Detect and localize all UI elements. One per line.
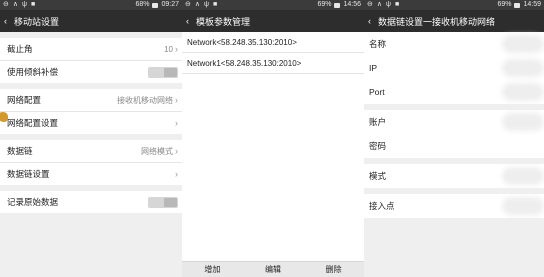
add-button[interactable]: 增加 [204, 264, 220, 275]
account-field[interactable]: 账户 [364, 110, 544, 134]
blurred-value [506, 39, 540, 49]
toggle-knob [164, 67, 177, 77]
template-list-item[interactable]: Network<58.248.35.130:2010> [182, 32, 364, 53]
datalink-row[interactable]: 数据链 网络模式 › [0, 140, 182, 162]
status-icon: ■ [213, 1, 218, 8]
status-bar: ⊖ ∧ ψ ■ 68% 09:27 [0, 0, 182, 10]
page-title: 移动站设置 [14, 16, 60, 27]
status-bar: ⊖ ∧ ψ ■ 69% 14:59 [364, 0, 544, 10]
row-value: 网络模式 [141, 146, 173, 156]
back-arrow-icon[interactable]: ‹ [186, 16, 196, 26]
status-right: 69% 14:56 [317, 0, 361, 10]
blurred-value [506, 87, 540, 97]
field-label: 接入点 [369, 201, 395, 211]
chevron-right-icon: › [175, 95, 178, 105]
app-bar: ‹ 模板参数管理 [182, 10, 364, 32]
cutoff-angle-row[interactable]: 截止角 10 › [0, 38, 182, 60]
field-label: Port [369, 87, 385, 97]
mode-field[interactable]: 模式 [364, 164, 544, 188]
tilt-compensation-toggle[interactable] [148, 66, 178, 78]
row-value: 接收机移动网络 [117, 95, 173, 105]
clock: 14:56 [343, 1, 361, 8]
status-right: 69% 14:59 [497, 0, 541, 10]
chevron-right-icon: › [175, 118, 178, 128]
status-icon: ⊖ [185, 1, 191, 8]
template-name: Network<58.248.35.130:2010> [187, 37, 297, 47]
status-icon: ⊖ [3, 1, 9, 8]
port-field[interactable]: Port [364, 80, 544, 104]
clock: 14:59 [523, 1, 541, 8]
page-title: 数据链设置一接收机移动网络 [378, 16, 496, 27]
battery-icon [334, 2, 341, 8]
screens: ⊖ ∧ ψ ■ 68% 09:27 ‹ 移动站设置 截止角 10 › 使用倾斜补偿 [0, 0, 544, 277]
battery-percent: 69% [317, 1, 332, 8]
password-field[interactable]: 密码 [364, 134, 544, 158]
field-label: 名称 [369, 39, 387, 49]
status-icon: ⊖ [367, 1, 373, 8]
row-label: 网络配置设置 [7, 118, 59, 128]
row-label: 使用倾斜补偿 [7, 67, 59, 77]
blurred-value [506, 63, 540, 73]
back-arrow-icon[interactable]: ‹ [368, 16, 378, 26]
battery-percent: 68% [135, 1, 150, 8]
mobile-station-settings-screen: ⊖ ∧ ψ ■ 68% 09:27 ‹ 移动站设置 截止角 10 › 使用倾斜补偿 [0, 0, 182, 277]
status-icons-left: ⊖ ∧ ψ ■ [3, 0, 35, 10]
battery-icon [514, 2, 521, 8]
battery-percent: 69% [497, 1, 512, 8]
blurred-value [506, 171, 540, 181]
delete-button[interactable]: 删除 [326, 264, 342, 275]
status-icons-left: ⊖ ∧ ψ ■ [185, 0, 217, 10]
bottom-action-bar: 增加 编辑 删除 [182, 261, 364, 277]
back-arrow-icon[interactable]: ‹ [4, 16, 14, 26]
row-value: 10 [164, 44, 173, 54]
app-bar: ‹ 移动站设置 [0, 10, 182, 32]
network-config-row[interactable]: 网络配置 接收机移动网络 › [0, 89, 182, 111]
field-label: 模式 [369, 171, 387, 181]
field-label: IP [369, 63, 378, 73]
record-raw-data-row: 记录原始数据 [0, 191, 182, 213]
battery-icon [152, 2, 159, 8]
status-bar: ⊖ ∧ ψ ■ 69% 14:56 [182, 0, 364, 10]
page-title: 模板参数管理 [196, 16, 251, 27]
status-icon: ∧ [376, 1, 382, 8]
clock: 09:27 [161, 1, 179, 8]
status-icon: ψ [22, 1, 27, 8]
blurred-value [506, 201, 540, 211]
datalink-settings-screen: ⊖ ∧ ψ ■ 69% 14:59 ‹ 数据链设置一接收机移动网络 名称 IP … [364, 0, 544, 277]
status-icon: ψ [204, 1, 209, 8]
toggle-knob [164, 197, 177, 207]
datalink-settings-row[interactable]: 数据链设置 › [0, 163, 182, 185]
row-label: 截止角 [7, 44, 33, 54]
record-raw-data-toggle[interactable] [148, 196, 178, 208]
row-label: 数据链设置 [7, 169, 50, 179]
template-params-screen: ⊖ ∧ ψ ■ 69% 14:56 ‹ 模板参数管理 Network<58.24… [182, 0, 364, 277]
network-config-settings-row[interactable]: 网络配置设置 › [0, 112, 182, 134]
chevron-right-icon: › [175, 169, 178, 179]
template-list-item[interactable]: Network1<58.248.35.130:2010> [182, 53, 364, 74]
access-point-field[interactable]: 接入点 [364, 194, 544, 218]
status-icon: ■ [31, 1, 36, 8]
chevron-right-icon: › [175, 146, 178, 156]
template-name: Network1<58.248.35.130:2010> [187, 58, 302, 68]
status-right: 68% 09:27 [135, 0, 179, 10]
chevron-right-icon: › [175, 44, 178, 54]
status-icon: ψ [386, 1, 391, 8]
row-label: 网络配置 [7, 95, 42, 105]
status-icons-left: ⊖ ∧ ψ ■ [367, 0, 399, 10]
blurred-value [506, 117, 540, 127]
status-icon: ■ [395, 1, 400, 8]
field-label: 账户 [369, 117, 387, 127]
row-label: 数据链 [7, 146, 33, 156]
name-field[interactable]: 名称 [364, 32, 544, 56]
app-bar: ‹ 数据链设置一接收机移动网络 [364, 10, 544, 32]
ip-field[interactable]: IP [364, 56, 544, 80]
field-label: 密码 [369, 141, 387, 151]
tilt-compensation-row: 使用倾斜补偿 [0, 61, 182, 83]
pointer-hand-icon [0, 112, 8, 122]
edit-button[interactable]: 编辑 [265, 264, 281, 275]
status-icon: ∧ [12, 1, 18, 8]
status-icon: ∧ [194, 1, 200, 8]
row-label: 记录原始数据 [7, 197, 59, 207]
